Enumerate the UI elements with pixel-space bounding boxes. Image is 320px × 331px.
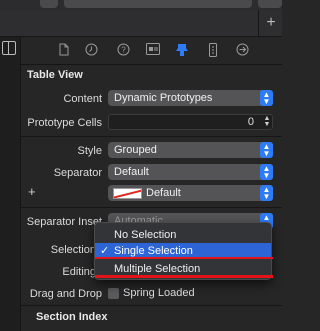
chevron-updown-icon: ▲▼ [260, 90, 273, 106]
chevron-updown-icon: ▲▼ [260, 142, 273, 158]
clock-icon[interactable] [84, 43, 98, 57]
toolbar-button[interactable] [40, 0, 58, 8]
chevron-updown-icon: ▲▼ [260, 164, 273, 180]
tab-divider [258, 10, 259, 36]
separator-label: Separator [53, 167, 102, 179]
style-popup[interactable]: Grouped [108, 142, 273, 158]
menu-item-label: No Selection [114, 229, 177, 241]
separator-inset-label: Separator Inset [26, 216, 102, 228]
selection-label: Selection [50, 244, 96, 256]
help-icon[interactable]: ? [116, 43, 130, 57]
separator-value: Default [114, 166, 149, 178]
selection-dropdown-menu: No Selection ✓ Single Selection Multiple… [94, 222, 272, 280]
content-popup[interactable]: Dynamic Prototypes [108, 90, 273, 106]
section-title-table-view: Table View [27, 69, 83, 81]
drag-and-drop-label: Drag and Drop [29, 288, 102, 300]
editor-gutter [0, 37, 21, 331]
divider [21, 136, 282, 137]
separator-popup[interactable]: Default [108, 164, 273, 180]
split-editor-icon[interactable] [2, 41, 16, 55]
size-icon[interactable] [206, 43, 220, 57]
svg-text:?: ? [121, 46, 126, 55]
identity-icon[interactable] [146, 43, 160, 57]
style-value: Grouped [114, 144, 157, 156]
number-stepper[interactable]: ▲ ▼ [262, 115, 272, 130]
separator-color-value: Default [146, 187, 181, 199]
annotation-underline [95, 257, 273, 259]
content-value: Dynamic Prototypes [114, 92, 213, 104]
content-label: Content [63, 93, 102, 105]
add-tab-button[interactable]: + [262, 12, 280, 34]
file-icon[interactable] [57, 43, 71, 57]
editing-label: Editing [62, 266, 96, 278]
add-color-button[interactable]: + [28, 184, 36, 199]
color-swatch-icon [113, 188, 142, 199]
annotation-underline [95, 275, 273, 278]
prototype-cells-value: 0 [247, 116, 254, 128]
prototype-cells-label: Prototype Cells [27, 117, 102, 129]
toolbar-button[interactable] [258, 0, 282, 8]
editor-tab-strip [0, 10, 282, 37]
connections-icon[interactable] [235, 43, 249, 57]
divider [21, 305, 282, 306]
chevron-updown-icon: ▲▼ [260, 185, 273, 201]
menu-item-no-selection[interactable]: No Selection [95, 227, 271, 243]
attributes-icon[interactable] [175, 43, 189, 57]
menu-item-label: Multiple Selection [114, 263, 201, 275]
prototype-cells-field[interactable]: 0 [108, 114, 273, 130]
spring-loaded-checkbox[interactable] [108, 288, 119, 299]
style-label: Style [77, 145, 102, 157]
section-title-section-index: Section Index [36, 311, 108, 323]
toolbar-activity-area [64, 0, 252, 8]
spring-loaded-label: Spring Loaded [123, 287, 195, 299]
divider [21, 207, 282, 208]
menu-item-label: Single Selection [114, 245, 193, 257]
